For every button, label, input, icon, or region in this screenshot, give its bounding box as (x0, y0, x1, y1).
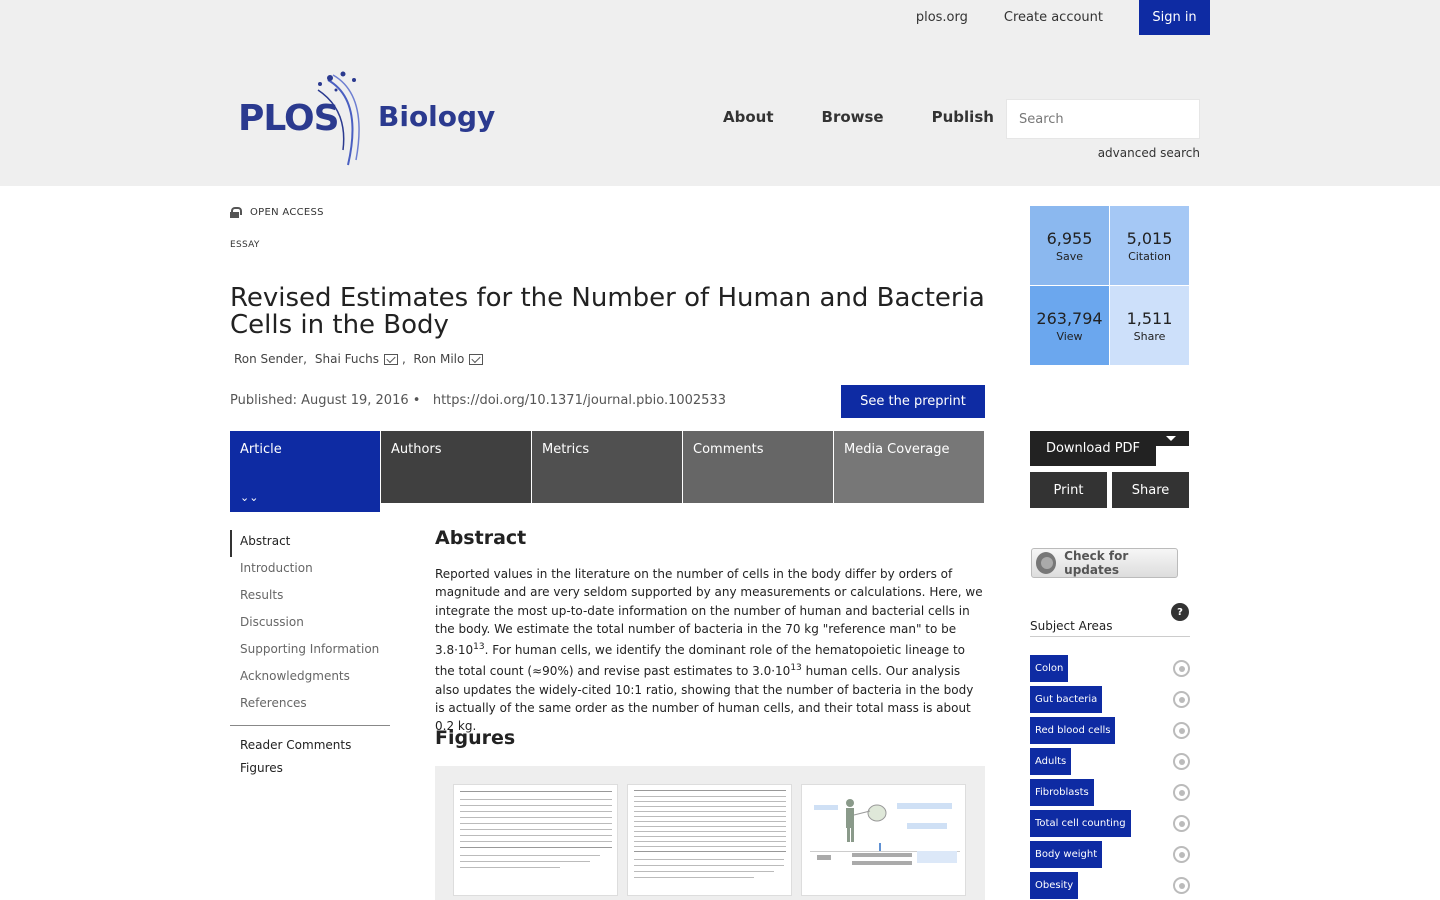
nav-about[interactable]: About (723, 108, 774, 126)
subject-toggle-icon[interactable] (1173, 846, 1190, 863)
nav-publish[interactable]: Publish (932, 108, 994, 126)
figures-heading: Figures (435, 727, 516, 749)
check-for-updates-button[interactable]: Check for updates (1031, 548, 1178, 578)
subject-toggle-icon[interactable] (1173, 877, 1190, 894)
tab-media-coverage[interactable]: Media Coverage (834, 431, 984, 503)
print-button[interactable]: Print (1030, 472, 1107, 508)
toc-figures[interactable]: Figures (230, 761, 390, 784)
toc-item-results[interactable]: Results (230, 584, 390, 611)
logo-plos-text: PLOS (238, 98, 340, 139)
subject-toggle-icon[interactable] (1173, 691, 1190, 708)
email-icon[interactable] (469, 353, 484, 365)
subject-area-item: Total cell counting (1030, 810, 1190, 837)
open-access-label: OPEN ACCESS (230, 207, 324, 218)
toc-item-abstract[interactable]: Abstract (230, 530, 390, 557)
plos-biology-logo[interactable]: PLOS Biology (238, 70, 495, 170)
author-2[interactable]: Shai Fuchs (315, 352, 379, 366)
tab-article[interactable]: Article ⌄⌄ (230, 431, 380, 512)
metric-saves[interactable]: 6,955 Save (1030, 206, 1109, 285)
figure-thumbnail-3[interactable] (801, 784, 966, 896)
article-metrics: 6,955 Save 5,015 Citation 263,794 View 1… (1030, 206, 1190, 366)
toc-item-discussion[interactable]: Discussion (230, 611, 390, 638)
subject-tag-gut-bacteria[interactable]: Gut bacteria (1030, 686, 1103, 713)
subject-area-item: Adults (1030, 748, 1190, 775)
abstract-text: Reported values in the literature on the… (435, 567, 983, 734)
nav-browse[interactable]: Browse (822, 108, 884, 126)
table-of-contents: Abstract Introduction Results Discussion… (230, 530, 390, 784)
open-access-text: OPEN ACCESS (250, 207, 324, 218)
subject-tag-red-blood-cells[interactable]: Red blood cells (1030, 717, 1116, 744)
toc-reader-comments[interactable]: Reader Comments (230, 738, 390, 761)
download-pdf-button[interactable]: Download PDF (1030, 431, 1156, 466)
toc-divider (230, 725, 390, 726)
figure-carousel (435, 766, 985, 900)
article-tabs: Article ⌄⌄ Authors Metrics Comments Medi… (230, 431, 985, 512)
subject-areas-heading: Subject Areas (1030, 619, 1190, 637)
see-preprint-button[interactable]: See the preprint (841, 385, 985, 418)
site-header: plos.org Create account Sign in PLOS Bio… (0, 0, 1440, 186)
subject-area-item: Fibroblasts (1030, 779, 1190, 806)
author-list: Ron Sender, Shai Fuchs , Ron Milo (234, 352, 487, 366)
subject-tag-total-cell-counting[interactable]: Total cell counting (1030, 810, 1131, 837)
sign-in-button[interactable]: Sign in (1139, 0, 1210, 35)
metric-citations[interactable]: 5,015 Citation (1110, 206, 1189, 285)
top-links: plos.org Create account Sign in (880, 0, 1210, 35)
subject-tag-colon[interactable]: Colon (1030, 655, 1069, 682)
toc-item-acknowledgments[interactable]: Acknowledgments (230, 665, 390, 692)
subject-tag-body-weight[interactable]: Body weight (1030, 841, 1103, 868)
figure-thumbnail-2[interactable] (627, 784, 792, 896)
plos-org-link[interactable]: plos.org (916, 10, 968, 25)
publication-info: Published: August 19, 2016 • https://doi… (230, 393, 726, 408)
advanced-search-link[interactable]: advanced search (1098, 146, 1200, 160)
author-3[interactable]: Ron Milo (413, 352, 464, 366)
subject-area-item: Colon (1030, 655, 1190, 682)
subject-toggle-icon[interactable] (1173, 815, 1190, 832)
search-input[interactable]: Search (1006, 99, 1200, 139)
subject-toggle-icon[interactable] (1173, 784, 1190, 801)
metric-shares[interactable]: 1,511 Share (1110, 286, 1189, 365)
figure-diagram-icon (810, 799, 960, 865)
abstract-heading: Abstract (435, 527, 527, 549)
subject-tag-fibroblasts[interactable]: Fibroblasts (1030, 779, 1094, 806)
metric-views[interactable]: 263,794 View (1030, 286, 1109, 365)
subject-toggle-icon[interactable] (1173, 722, 1190, 739)
toc-item-references[interactable]: References (230, 692, 390, 719)
tab-authors[interactable]: Authors (381, 431, 531, 503)
logo-journal-text: Biology (378, 100, 496, 133)
crossmark-icon (1036, 552, 1057, 574)
create-account-link[interactable]: Create account (1004, 10, 1103, 25)
subject-tag-adults[interactable]: Adults (1030, 748, 1072, 775)
subject-toggle-icon[interactable] (1173, 753, 1190, 770)
tab-comments[interactable]: Comments (683, 431, 833, 503)
figure-thumbnail-1[interactable] (453, 784, 618, 896)
lock-open-icon (230, 207, 242, 218)
subject-area-item: Obesity (1030, 872, 1190, 899)
toc-item-introduction[interactable]: Introduction (230, 557, 390, 584)
subject-toggle-icon[interactable] (1173, 660, 1190, 677)
subject-tag-obesity[interactable]: Obesity (1030, 872, 1079, 899)
chevron-down-icon: ⌄⌄ (240, 491, 259, 504)
subject-area-item: Red blood cells (1030, 717, 1190, 744)
email-icon[interactable] (383, 353, 398, 365)
toc-item-supporting-information[interactable]: Supporting Information (230, 638, 390, 665)
author-1[interactable]: Ron Sender, (234, 352, 307, 366)
subject-area-item: Body weight (1030, 841, 1190, 868)
main-nav: About Browse Publish (723, 108, 1042, 126)
download-options-dropdown[interactable] (1156, 431, 1189, 446)
article-type: ESSAY (230, 240, 260, 250)
subject-area-item: Gut bacteria (1030, 686, 1190, 713)
article-title: Revised Estimates for the Number of Huma… (230, 283, 985, 340)
tab-metrics[interactable]: Metrics (532, 431, 682, 503)
doi-link[interactable]: https://doi.org/10.1371/journal.pbio.100… (433, 393, 726, 408)
published-date: Published: August 19, 2016 (230, 393, 409, 408)
share-button[interactable]: Share (1112, 472, 1189, 508)
